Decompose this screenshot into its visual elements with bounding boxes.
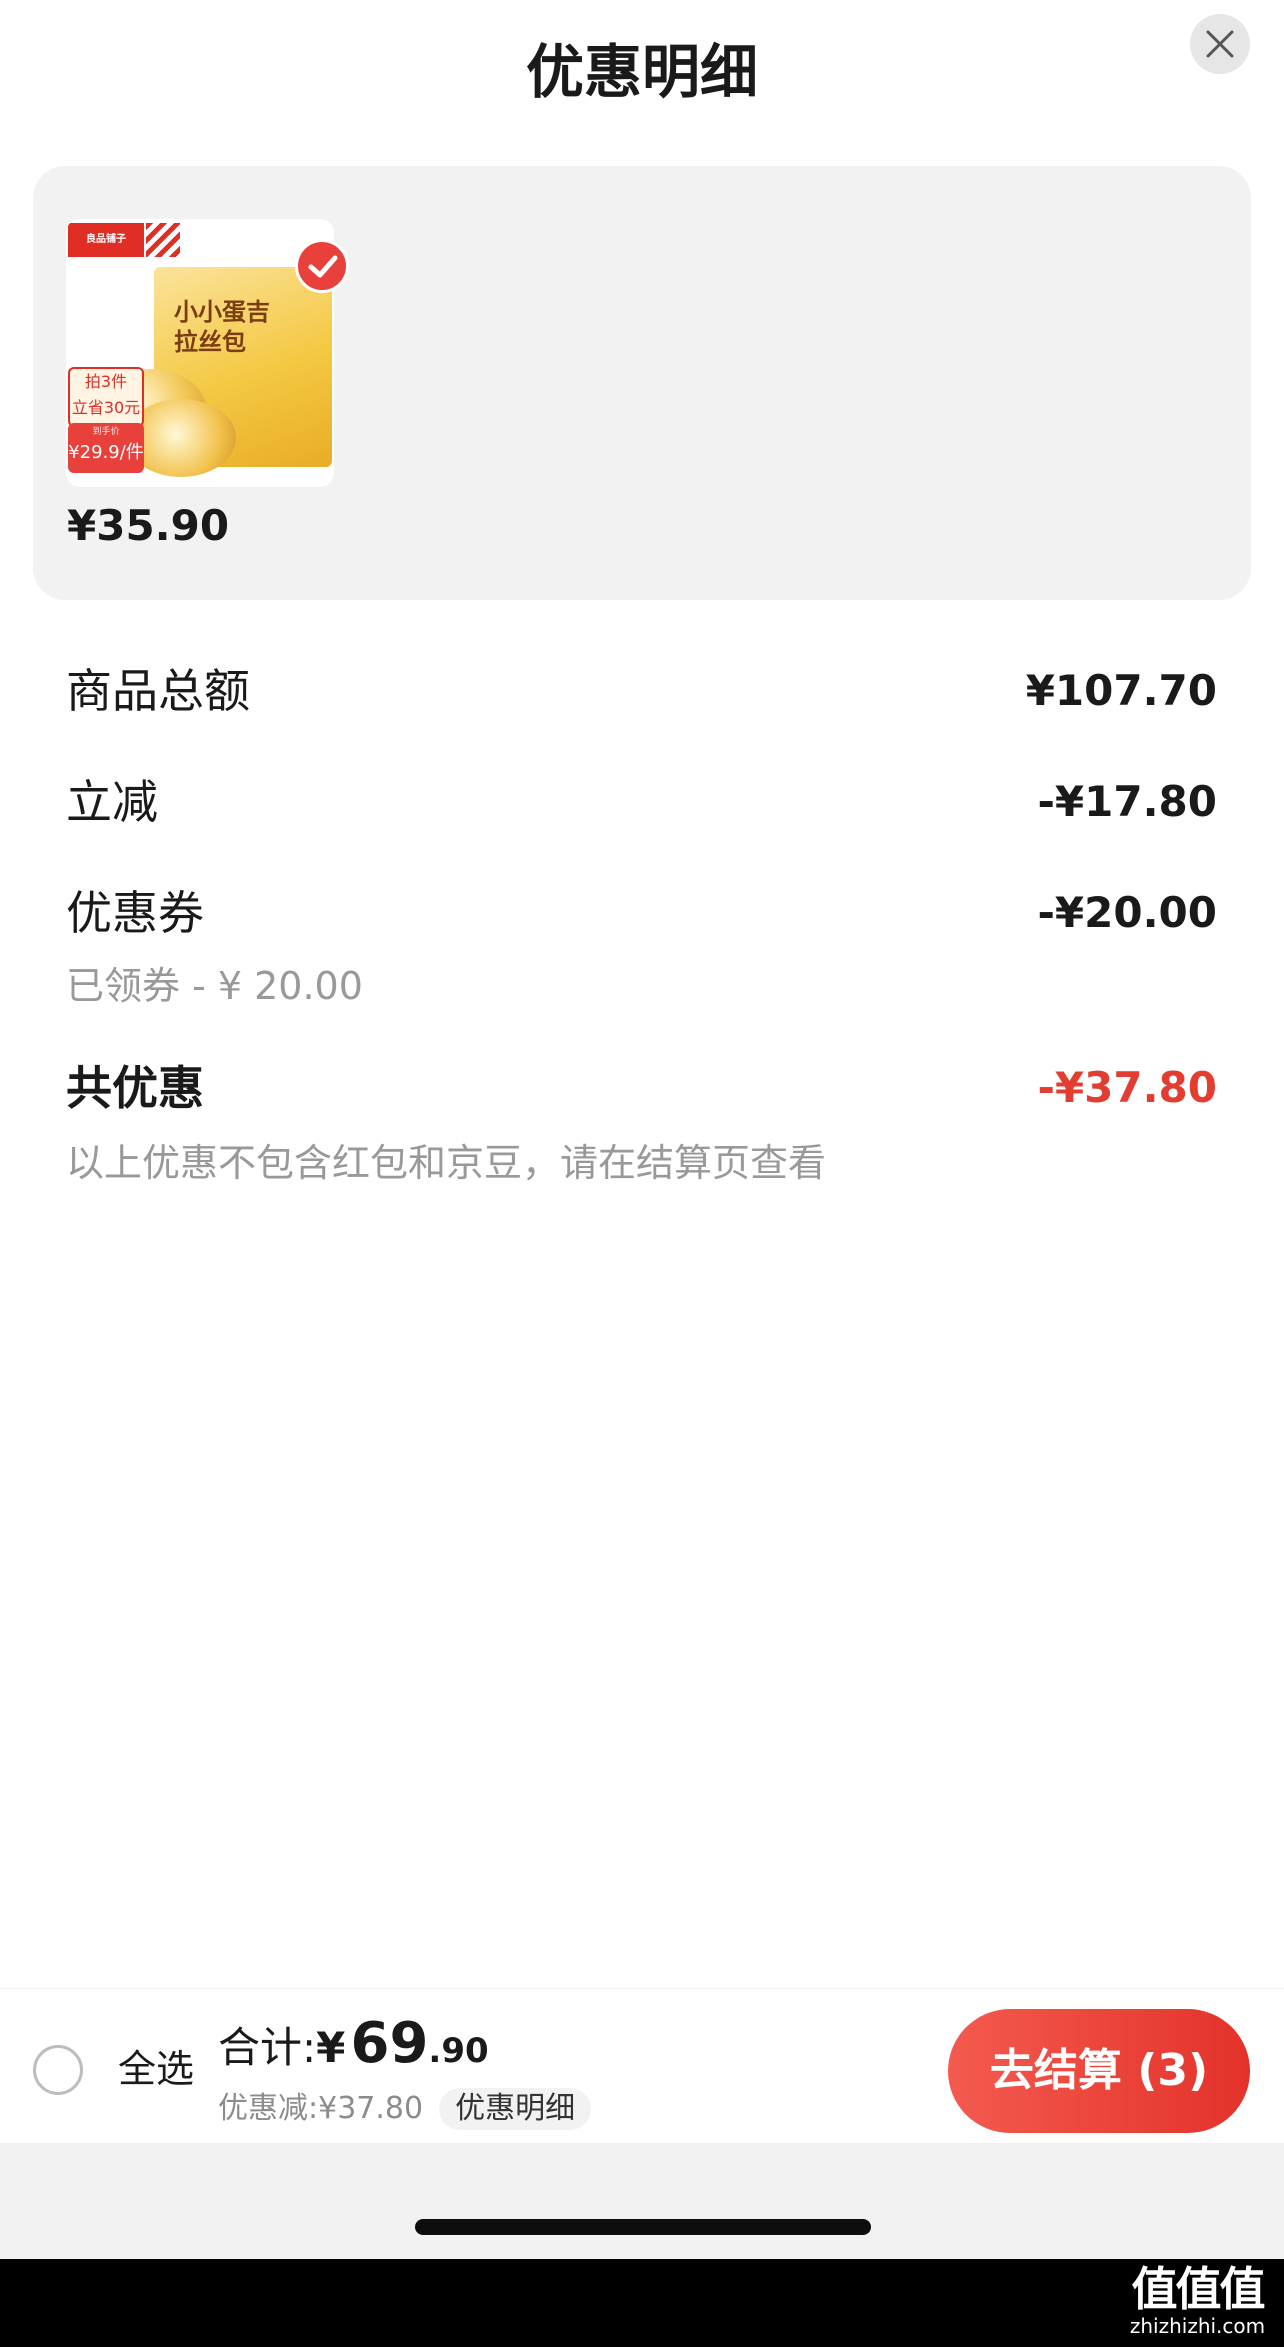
- total-integer: 69: [350, 2011, 429, 2076]
- instant-discount-value: -¥17.80: [1037, 777, 1217, 826]
- promo-price-label: 到手价: [92, 427, 120, 437]
- promo-price-value: ¥29.9/件: [68, 442, 144, 463]
- close-icon: [1206, 30, 1234, 58]
- total-amount: 合计:¥ 69.90: [218, 2009, 489, 2092]
- close-button[interactable]: [1190, 14, 1250, 74]
- discount-summary: 优惠减:¥37.80 优惠明细: [218, 2087, 592, 2131]
- watermark-url: zhizhizhi.com: [1129, 2314, 1266, 2338]
- product-card: 良品铺子 小小蛋吉 拉丝包 拍3件 立省30元 到手价 ¥29.9/件 ¥35.…: [33, 166, 1251, 600]
- coupon-label: 优惠券: [66, 886, 204, 940]
- bottom-strip: 值值值 zhizhizhi.com: [0, 2259, 1284, 2347]
- discount-amount-text: 优惠减:¥37.80: [218, 2091, 424, 2126]
- total-label: 合计:: [218, 2023, 317, 2072]
- checkout-button[interactable]: 去结算 (3): [948, 2009, 1250, 2133]
- discount-note: 以上优惠不包含红包和京豆，请在结算页查看: [66, 1141, 827, 1185]
- total-currency: ¥: [316, 2023, 346, 2072]
- product-box-title: 小小蛋吉 拉丝包: [174, 298, 270, 356]
- select-all-radio[interactable]: [33, 2045, 83, 2095]
- home-indicator-area: [0, 2143, 1284, 2259]
- selected-check-badge[interactable]: [295, 239, 349, 293]
- coupon-value: -¥20.00: [1037, 888, 1217, 937]
- promo-price-tag: 到手价 ¥29.9/件: [68, 423, 144, 473]
- checkmark-icon: [308, 255, 338, 278]
- select-all-label[interactable]: 全选: [118, 2041, 194, 2097]
- checkout-bar: 全选 合计:¥ 69.90 优惠减:¥37.80 优惠明细 去结算 (3): [0, 1988, 1284, 2144]
- watermark: 值值值 zhizhizhi.com: [1125, 2265, 1270, 2339]
- total-discount-label: 共优惠: [66, 1061, 204, 1115]
- home-indicator[interactable]: [415, 2219, 871, 2235]
- subtotal-value: ¥107.70: [1025, 666, 1217, 715]
- brand-logo: 良品铺子: [68, 223, 144, 257]
- product-price: ¥35.90: [67, 501, 230, 550]
- coupon-claimed-note: 已领券 - ¥ 20.00: [66, 964, 363, 1008]
- subtotal-label: 商品总额: [66, 664, 250, 718]
- promo-tag: 拍3件 立省30元: [68, 367, 144, 427]
- instant-discount-label: 立减: [66, 775, 158, 829]
- total-decimal: .90: [428, 2031, 489, 2071]
- total-discount-value: -¥37.80: [1037, 1063, 1217, 1112]
- watermark-logo: 值值值: [1131, 2262, 1266, 2316]
- discount-detail-link[interactable]: 优惠明细: [439, 2088, 592, 2130]
- page-title: 优惠明细: [525, 38, 758, 106]
- brand-stripes: [146, 223, 180, 257]
- product-thumbnail[interactable]: 良品铺子 小小蛋吉 拉丝包 拍3件 立省30元 到手价 ¥29.9/件: [66, 219, 334, 487]
